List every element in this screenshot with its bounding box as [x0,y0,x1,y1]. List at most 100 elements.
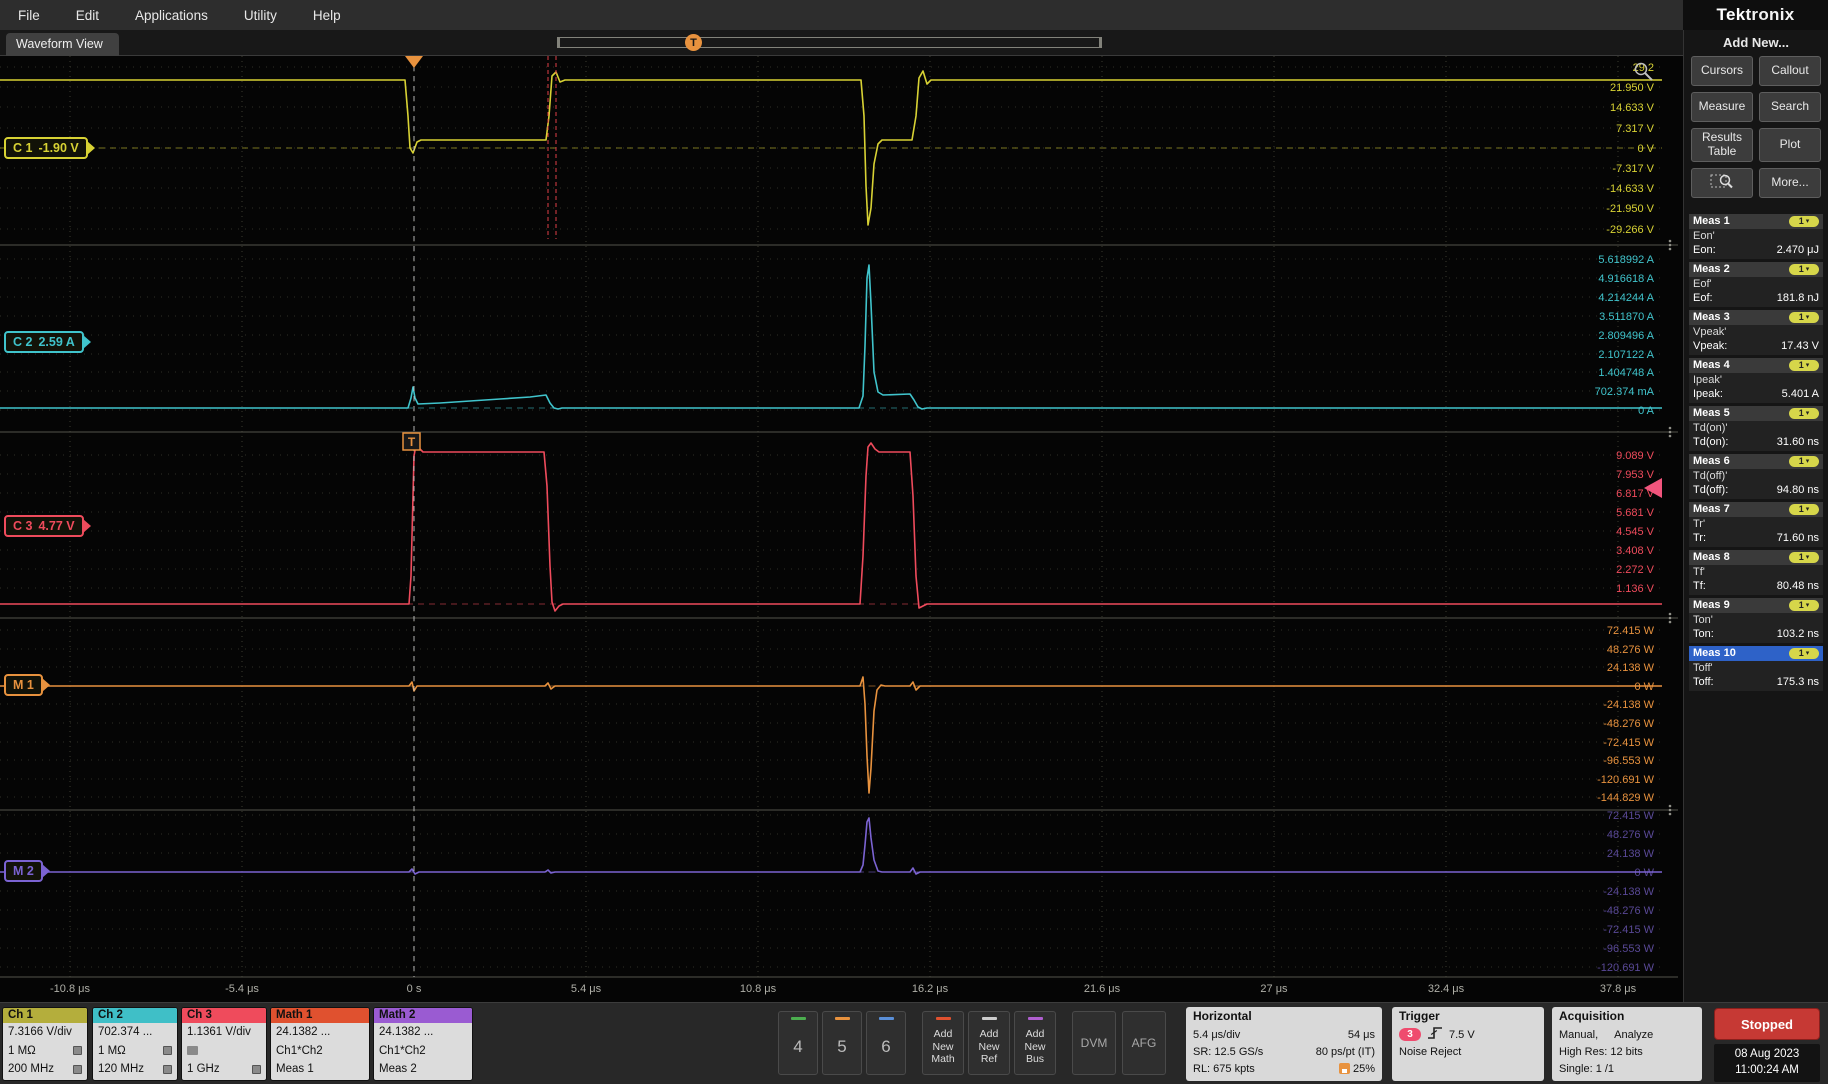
channel-badge-m2[interactable]: M 2 [4,860,43,882]
pane-divider-handle[interactable] [1669,617,1672,620]
meas-source-badge[interactable]: 1▾ [1789,552,1819,563]
channel-box-ch3[interactable]: Ch 3 1.1361 V/div 1 GHz [181,1007,267,1081]
zoom-mode-button[interactable] [1691,168,1753,198]
meas-title: Meas 6 [1693,455,1730,467]
meas-source-badge[interactable]: 1▾ [1789,360,1819,371]
pane-divider-handle[interactable] [1669,613,1672,616]
cursors-button[interactable]: Cursors [1691,56,1753,86]
pane-divider-handle[interactable] [1669,248,1672,251]
plot-button[interactable]: Plot [1759,128,1821,162]
acquisition-mode: Manual, [1559,1029,1598,1041]
dvm-button[interactable]: DVM [1072,1011,1116,1075]
channel-badge-c1[interactable]: C 1 -1.90 V [4,137,88,159]
x-axis-label: 0 s [407,983,422,995]
meas-value: 181.8 nJ [1777,292,1819,304]
acquisition-window-indicator[interactable] [557,37,1102,48]
meas-6-panel[interactable]: Meas 6 1▾ Td(off)' Td(off):94.80 ns [1689,454,1823,499]
meas-name: Toff' [1693,662,1819,676]
scale-label: 7.317 V [1616,123,1655,135]
scale-label: 1.404748 A [1598,367,1654,379]
trigger-position-indicator-top[interactable]: T [685,34,702,51]
trigger-point-label: T [408,435,416,449]
menu-utility[interactable]: Utility [244,8,277,23]
add-new-bus-button[interactable]: Add New Bus [1014,1011,1056,1075]
meas-source-badge[interactable]: 1▾ [1789,312,1819,323]
menu-edit[interactable]: Edit [76,8,99,23]
meas-title: Meas 7 [1693,503,1730,515]
meas-1-panel[interactable]: Meas 1 1▾ Eon' Eon:2.470 μJ [1689,214,1823,259]
meas-8-panel[interactable]: Meas 8 1▾ Tf' Tf:80.48 ns [1689,550,1823,595]
add-new-math-button[interactable]: Add New Math [922,1011,964,1075]
channel-5-button[interactable]: 5 [822,1011,862,1075]
channel-box-header: Ch 3 [182,1008,266,1023]
waveform-plot[interactable]: 29.221.950 V14.633 V7.317 V0 V-7.317 V-1… [0,56,1683,1002]
meas-label: Eof: [1693,292,1713,304]
callout-button[interactable]: Callout [1759,56,1821,86]
meas-source-badge[interactable]: 1▾ [1789,456,1819,467]
math-box-math2[interactable]: Math 2 24.1382 ... Ch1*Ch2 Meas 2 [373,1007,473,1081]
trigger-level: 7.5 V [1449,1029,1475,1041]
chevron-down-icon: ▾ [1806,506,1810,513]
results-table-button[interactable]: Results Table [1691,128,1753,162]
channel-6-button[interactable]: 6 [866,1011,906,1075]
meas-7-panel[interactable]: Meas 7 1▾ Tr' Tr:71.60 ns [1689,502,1823,547]
meas-title: Meas 2 [1693,263,1730,275]
pane-divider-handle[interactable] [1669,805,1672,808]
pane-divider-handle[interactable] [1669,813,1672,816]
pane-divider-handle[interactable] [1669,244,1672,247]
pane-divider-handle[interactable] [1669,809,1672,812]
channel-offset-value: 4.77 V [38,519,74,533]
channel-4-button[interactable]: 4 [778,1011,818,1075]
search-button[interactable]: Search [1759,92,1821,122]
pane-divider-handle[interactable] [1669,427,1672,430]
add-new-ref-button[interactable]: Add New Ref [968,1011,1010,1075]
channel-box-ch2[interactable]: Ch 2 702.374 ... 1 MΩ 120 MHz [92,1007,178,1081]
channel-badge-c2[interactable]: C 2 2.59 A [4,331,84,353]
menu-file[interactable]: File [18,8,40,23]
meas-source-badge[interactable]: 1▾ [1789,504,1819,515]
channel-box-ch1[interactable]: Ch 1 7.3166 V/div 1 MΩ 200 MHz [2,1007,88,1081]
more-button[interactable]: More... [1759,168,1821,198]
meas-source-badge[interactable]: 1▾ [1789,408,1819,419]
meas-source-badge[interactable]: 1▾ [1789,648,1819,659]
meas-source: 1 [1799,552,1804,562]
acquisition-panel[interactable]: Acquisition Manual, Analyze High Res: 12… [1552,1007,1702,1081]
tab-waveform-view[interactable]: Waveform View [6,33,119,56]
channel-badge-m1[interactable]: M 1 [4,674,43,696]
menu-applications[interactable]: Applications [135,8,208,23]
afg-button[interactable]: AFG [1122,1011,1166,1075]
run-stop-status[interactable]: Stopped [1714,1008,1820,1040]
meas-value: 94.80 ns [1777,484,1819,496]
meas-value: 2.470 μJ [1777,244,1819,256]
measure-button[interactable]: Measure [1691,92,1753,122]
meas-body: Eon' Eon:2.470 μJ [1689,229,1823,259]
pane-divider-handle[interactable] [1669,621,1672,624]
add-new-math-label: Add New Math [923,1020,963,1074]
meas-source-badge[interactable]: 1▾ [1789,264,1819,275]
date: 08 Aug 2023 [1735,1047,1800,1063]
chevron-down-icon: ▾ [1806,554,1810,561]
meas-10-panel[interactable]: Meas 10 1▾ Toff' Toff:175.3 ns [1689,646,1823,691]
scale-label: -120.691 W [1597,774,1654,786]
meas-4-panel[interactable]: Meas 4 1▾ Ipeak' Ipeak:5.401 A [1689,358,1823,403]
horizontal-panel[interactable]: Horizontal 5.4 μs/div 54 μs SR: 12.5 GS/… [1186,1007,1382,1081]
trigger-position-marker[interactable] [405,56,423,68]
horizontal-position: 25% [1353,1063,1375,1075]
meas-2-panel[interactable]: Meas 2 1▾ Eof' Eof:181.8 nJ [1689,262,1823,307]
pane-divider-handle[interactable] [1669,240,1672,243]
channel-scale: 7.3166 V/div [8,1026,72,1038]
meas-5-panel[interactable]: Meas 5 1▾ Td(on)' Td(on):31.60 ns [1689,406,1823,451]
meas-9-panel[interactable]: Meas 9 1▾ Ton' Ton:103.2 ns [1689,598,1823,643]
channel-offset-value: 2.59 A [38,335,74,349]
pane-divider-handle[interactable] [1669,435,1672,438]
meas-3-panel[interactable]: Meas 3 1▾ Vpeak' Vpeak:17.43 V [1689,310,1823,355]
math-box-math1[interactable]: Math 1 24.1382 ... Ch1*Ch2 Meas 1 [270,1007,370,1081]
trigger-panel[interactable]: Trigger 3 7.5 V Noise Reject [1392,1007,1544,1081]
acquisition-analyze: Analyze [1614,1029,1653,1041]
channel-badge-c3[interactable]: C 3 4.77 V [4,515,84,537]
meas-source-badge[interactable]: 1▾ [1789,216,1819,227]
meas-body: Tr' Tr:71.60 ns [1689,517,1823,547]
pane-divider-handle[interactable] [1669,431,1672,434]
meas-source-badge[interactable]: 1▾ [1789,600,1819,611]
menu-help[interactable]: Help [313,8,341,23]
